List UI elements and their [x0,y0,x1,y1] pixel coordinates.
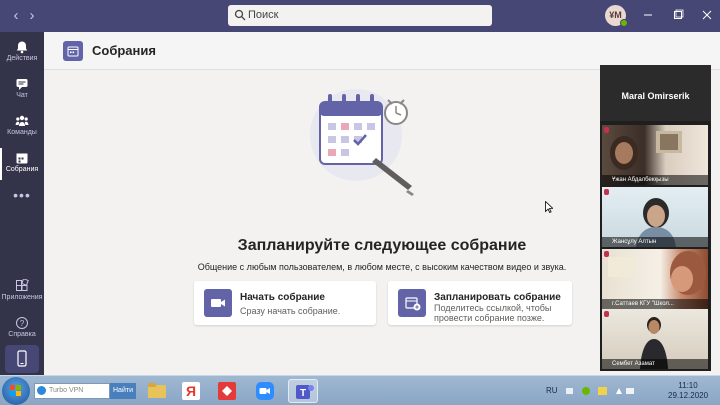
schedule-meeting-desc-line-1: Поделитесь ссылкой, чтобы [434,303,552,313]
rail-item-meetings[interactable]: Собрания [0,146,44,182]
anydesk-icon[interactable] [212,379,242,403]
system-tray-icons[interactable] [566,385,636,397]
left-rail: Действия Чат Команды Собрания ••• Прилож… [0,32,44,375]
forward-arrow-icon[interactable]: › [26,8,38,24]
schedule-meeting-desc-line-2: провести собрание позже. [434,313,545,323]
rail-label-apps: Приложения [1,294,43,301]
participant-tile[interactable]: Сембет Азамат [602,309,708,369]
search-placeholder: Поиск [248,9,279,21]
taskbar-search-input[interactable]: Turbo VPN [34,383,110,399]
yandex-browser-icon[interactable]: Я [176,379,206,403]
maximize-icon[interactable] [671,8,685,22]
teams-taskbar-icon[interactable]: T [288,379,318,403]
muted-mic-icon [604,311,609,317]
rail-label-meetings: Собрания [5,166,39,173]
start-meeting-card[interactable]: Начать собрание Сразу начать собрание. [194,281,376,325]
rail-label-activity: Действия [6,55,38,62]
participant-tile[interactable]: Жансұлу Алтын [602,187,708,247]
windows-start-icon[interactable] [2,377,30,405]
more-apps-icon[interactable]: ••• [0,187,44,203]
participant-tile[interactable]: Ұжан Абдалбекқызы [602,125,708,185]
participant-name: г.Саттаев КГУ "Школ... [602,299,708,309]
rail-item-chat[interactable]: Чат [0,72,44,108]
rail-label-chat: Чат [16,92,28,99]
participant-name: Жансұлу Алтын [602,237,708,247]
help-icon: ? [16,317,28,329]
back-arrow-icon[interactable]: ‹ [10,8,22,24]
chat-icon [16,79,28,90]
minimize-icon[interactable] [641,8,655,22]
start-meeting-title: Начать собрание [240,292,325,303]
participant-name: Ұжан Абдалбекқызы [602,175,708,185]
file-explorer-icon[interactable] [142,379,172,403]
presence-available-icon [620,19,628,27]
bell-icon [16,41,28,54]
search-icon [234,9,246,21]
mouse-cursor-icon [545,201,553,213]
taskbar-search-button[interactable]: Найти [110,383,136,399]
windows-taskbar: Turbo VPN Найти Я T RU 11:10 29.12.2020 [0,375,720,405]
rail-item-teams[interactable]: Команды [0,109,44,145]
title-bar: ‹ › Поиск ¥M [0,0,720,32]
rail-label-teams: Команды [7,129,37,136]
mobile-app-button[interactable] [5,345,39,373]
browser-icon [37,386,46,395]
rail-item-activity[interactable]: Действия [0,35,44,71]
muted-mic-icon [604,127,609,133]
clock[interactable]: 11:10 29.12.2020 [668,381,708,401]
apps-icon [16,279,29,291]
calendar-illustration-icon [310,89,414,196]
taskbar-search-placeholder: Turbo VPN [49,387,84,394]
rail-label-help: Справка [8,331,36,338]
svg-text:T: T [300,388,306,399]
phone-icon [17,350,27,367]
presenter-header: Maral Omirserik [600,65,711,121]
search-input[interactable]: Поиск [228,5,492,26]
muted-mic-icon [604,189,609,195]
participant-tile[interactable]: г.Саттаев КГУ "Школ... [602,249,708,309]
rail-item-help[interactable]: ? Справка [0,311,44,347]
start-meeting-desc: Сразу начать собрание. [240,306,341,316]
calendar-add-icon [398,289,426,317]
svg-text:?: ? [20,319,25,328]
avatar-initials: ¥M [609,10,622,20]
presenter-name: Maral Omirserik [621,91,690,101]
schedule-meeting-title: Запланировать собрание [434,292,561,303]
zoom-icon[interactable] [250,379,280,403]
video-camera-icon [204,289,232,317]
svg-text:Я: Я [186,383,196,399]
page-title: Собрания [92,43,156,58]
schedule-meeting-card[interactable]: Запланировать собрание Поделитесь ссылко… [388,281,572,325]
video-panel: Maral Omirserik Ұжан Абдалбекқызы Жансұл… [600,65,711,371]
close-icon[interactable] [700,8,714,22]
calendar-icon [63,41,83,61]
clock-time: 11:10 [678,381,698,390]
calendar-icon [16,153,28,164]
avatar[interactable]: ¥M [605,5,628,27]
rail-item-apps[interactable]: Приложения [0,274,44,310]
clock-date: 29.12.2020 [668,391,709,400]
participant-name: Сембет Азамат [602,359,708,369]
teams-icon [15,115,29,126]
keyboard-language[interactable]: RU [546,386,558,395]
muted-mic-icon [604,251,609,257]
